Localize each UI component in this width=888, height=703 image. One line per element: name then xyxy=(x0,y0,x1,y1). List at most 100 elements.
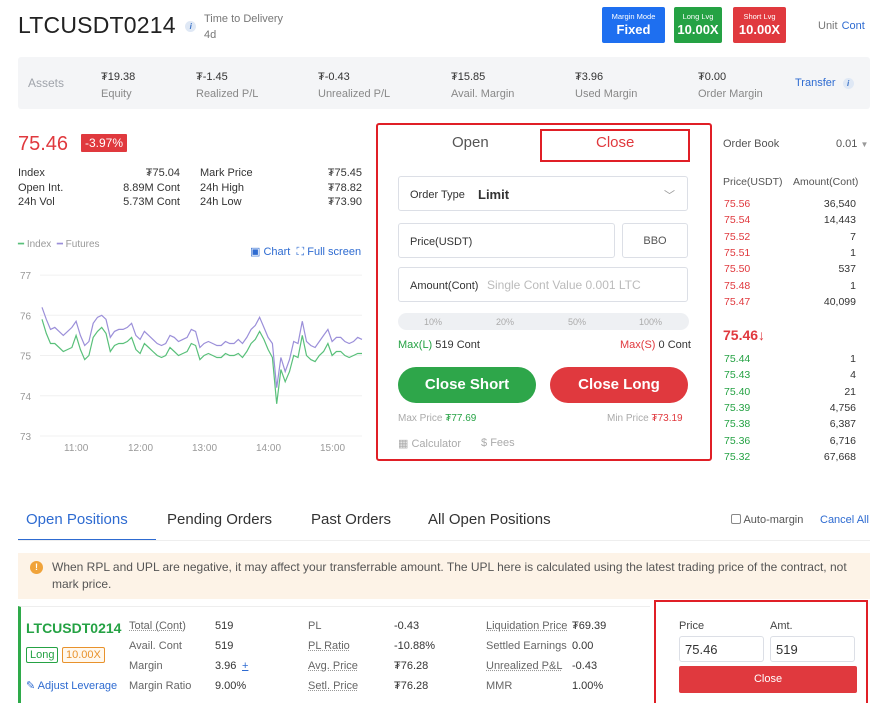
tab-close[interactable]: Close xyxy=(596,134,634,151)
fullscreen-link[interactable]: Full screen xyxy=(307,246,361,258)
ob-price[interactable]: 75.36 xyxy=(724,433,750,449)
ob-amount: 1 xyxy=(850,353,856,365)
tab-open[interactable]: Open xyxy=(452,134,489,151)
chart-legend: ━ Index ━ Futures xyxy=(18,239,100,250)
pct-100[interactable]: 100% xyxy=(639,317,662,327)
position-fields-2: PL -0.43 PL Ratio -10.88% Avg. Price ₮76.28… xyxy=(308,620,435,692)
x-tick-label: 14:00 xyxy=(256,443,281,454)
ob-amount: 537 xyxy=(838,263,856,276)
ob-price[interactable]: 75.48 xyxy=(724,278,750,294)
index-series-line xyxy=(41,319,362,404)
pct-50[interactable]: 50% xyxy=(568,317,586,327)
ob-amount: 14,443 xyxy=(823,214,856,227)
price-input[interactable]: Price(USDT) xyxy=(398,223,615,258)
ticker-stats-left: Index ₮75.04 Open Int. 8.89M Cont 24h Vol 5… xyxy=(18,167,180,208)
ob-price[interactable]: 75.56 xyxy=(724,196,750,212)
ob-col-price: Price(USDT) xyxy=(723,176,783,188)
ob-amount: 4,756 xyxy=(829,401,856,414)
ob-price[interactable]: 75.32 xyxy=(724,449,750,465)
order-type-select[interactable]: Order Type Limit ﹀ xyxy=(398,176,688,211)
unit-cont-link[interactable]: Cont xyxy=(842,20,865,32)
ob-amount: 36,540 xyxy=(823,198,856,210)
close-short-button[interactable]: Close Short xyxy=(398,367,536,403)
asset-order-margin: ₮0.00 Order Margin xyxy=(698,71,763,100)
pct-20[interactable]: 20% xyxy=(496,317,514,327)
time-to-delivery: Time to Delivery 4d xyxy=(204,13,284,41)
close-price-input[interactable]: 75.46 xyxy=(679,636,764,662)
min-price: Min Price ₮73.19 xyxy=(607,413,683,424)
asset-used-margin: ₮3.96 Used Margin xyxy=(575,71,638,100)
tab-all-open-positions[interactable]: All Open Positions xyxy=(428,511,551,528)
max-price: Max Price ₮77.69 xyxy=(398,413,477,424)
close-amt-input[interactable]: 519 xyxy=(770,636,855,662)
edit-icon: ✎ xyxy=(26,680,36,692)
ob-price[interactable]: 75.43 xyxy=(724,367,750,383)
ob-amount: 1 xyxy=(850,279,856,292)
short-leverage-button[interactable]: Short Lvg 10.00X xyxy=(733,7,786,43)
bbo-button[interactable]: BBO xyxy=(622,223,688,258)
checkbox[interactable] xyxy=(731,514,741,524)
ob-price[interactable]: 75.50 xyxy=(724,261,750,277)
calculator-link[interactable]: ▦ Calculator xyxy=(398,437,461,450)
amount-input[interactable]: Amount(Cont) Single Cont Value 0.001 LTC xyxy=(398,267,688,302)
adjust-leverage-link[interactable]: ✎ Adjust Leverage xyxy=(26,679,117,692)
change-badge: -3.97% xyxy=(81,134,128,152)
ob-price[interactable]: 75.38 xyxy=(724,416,750,432)
asset-unrealized-pl: ₮-0.43 Unrealized P/L xyxy=(318,71,391,100)
y-tick-label: 74 xyxy=(20,392,32,403)
ob-price[interactable]: 75.54 xyxy=(724,212,750,228)
tab-past-orders[interactable]: Past Orders xyxy=(311,511,391,528)
pct-10[interactable]: 10% xyxy=(424,317,442,327)
ob-price[interactable]: 75.47 xyxy=(724,294,750,310)
side-badge: Long xyxy=(26,647,59,663)
ob-price[interactable]: 75.52 xyxy=(724,229,750,245)
fullscreen-icon: ⛶ xyxy=(296,246,305,258)
ob-amount: 7 xyxy=(850,230,856,243)
transfer-link[interactable]: Transfer i xyxy=(795,77,854,89)
fees-link[interactable]: $ Fees xyxy=(481,437,515,449)
asset-equity: ₮19.38 Equity xyxy=(101,71,136,100)
ob-col-amount: Amount(Cont) xyxy=(793,176,859,188)
precision-select[interactable]: 0.01 ▼ xyxy=(836,138,868,150)
arrow-down-icon: ↓ xyxy=(758,327,766,343)
x-tick-label: 15:00 xyxy=(320,443,345,454)
chart-link[interactable]: Chart xyxy=(263,246,290,258)
tab-open-positions[interactable]: Open Positions xyxy=(26,511,128,528)
calculator-icon: ▦ xyxy=(398,438,409,450)
asset-avail-margin: ₮15.85 Avail. Margin xyxy=(451,71,515,100)
chart-icon: ▣ xyxy=(250,246,261,258)
y-tick-label: 77 xyxy=(20,271,32,282)
leverage-badge: 10.00X xyxy=(62,647,105,663)
margin-mode-button[interactable]: Margin Mode Fixed xyxy=(602,7,665,43)
divider xyxy=(18,540,870,541)
position-fields-1: Total (Cont) 519 Avail. Cont 519 Margin 3.9… xyxy=(129,620,249,692)
ob-price[interactable]: 75.40 xyxy=(724,384,750,400)
ob-price[interactable]: 75.51 xyxy=(724,245,750,261)
long-leverage-button[interactable]: Long Lvg 10.00X xyxy=(674,7,722,43)
auto-margin-toggle[interactable]: Auto-margin xyxy=(731,514,803,526)
position-symbol: LTCUSDT0214 xyxy=(26,620,122,636)
last-price: 75.46 xyxy=(18,133,69,155)
info-icon[interactable]: i xyxy=(185,21,197,33)
warning-icon: ! xyxy=(30,561,43,574)
close-long-button[interactable]: Close Long xyxy=(550,367,688,403)
price-chart: 77 76 75 74 73 11:00 12:00 13:00 14:00 15:00 xyxy=(20,271,363,454)
contract-symbol: LTCUSDT0214 i xyxy=(18,12,197,39)
ob-price[interactable]: 75.39 xyxy=(724,400,750,416)
close-position-button[interactable]: Close xyxy=(679,666,857,693)
y-tick-label: 73 xyxy=(20,432,32,443)
tab-pending-orders[interactable]: Pending Orders xyxy=(167,511,272,528)
ob-price[interactable]: 75.44 xyxy=(724,351,750,367)
position-fields-3: Liquidation Price ₮69.39 Settled Earnings… xyxy=(486,620,607,692)
cancel-all-link[interactable]: Cancel All xyxy=(820,514,869,526)
add-margin-button[interactable]: + xyxy=(242,656,248,676)
x-tick-label: 12:00 xyxy=(128,443,153,454)
caret-down-icon: ▼ xyxy=(860,140,869,149)
y-tick-label: 75 xyxy=(20,352,32,363)
unit-selector: Unit Cont xyxy=(818,20,865,32)
amount-percent-slider[interactable]: 10% 20% 50% 100% xyxy=(398,313,689,330)
y-tick-label: 76 xyxy=(20,311,32,322)
close-amt-label: Amt. xyxy=(770,620,793,632)
order-book-title: Order Book xyxy=(723,138,780,150)
assets-bar: Assets ₮19.38 Equity ₮-1.45 Realized P/L ₮… xyxy=(18,57,870,109)
